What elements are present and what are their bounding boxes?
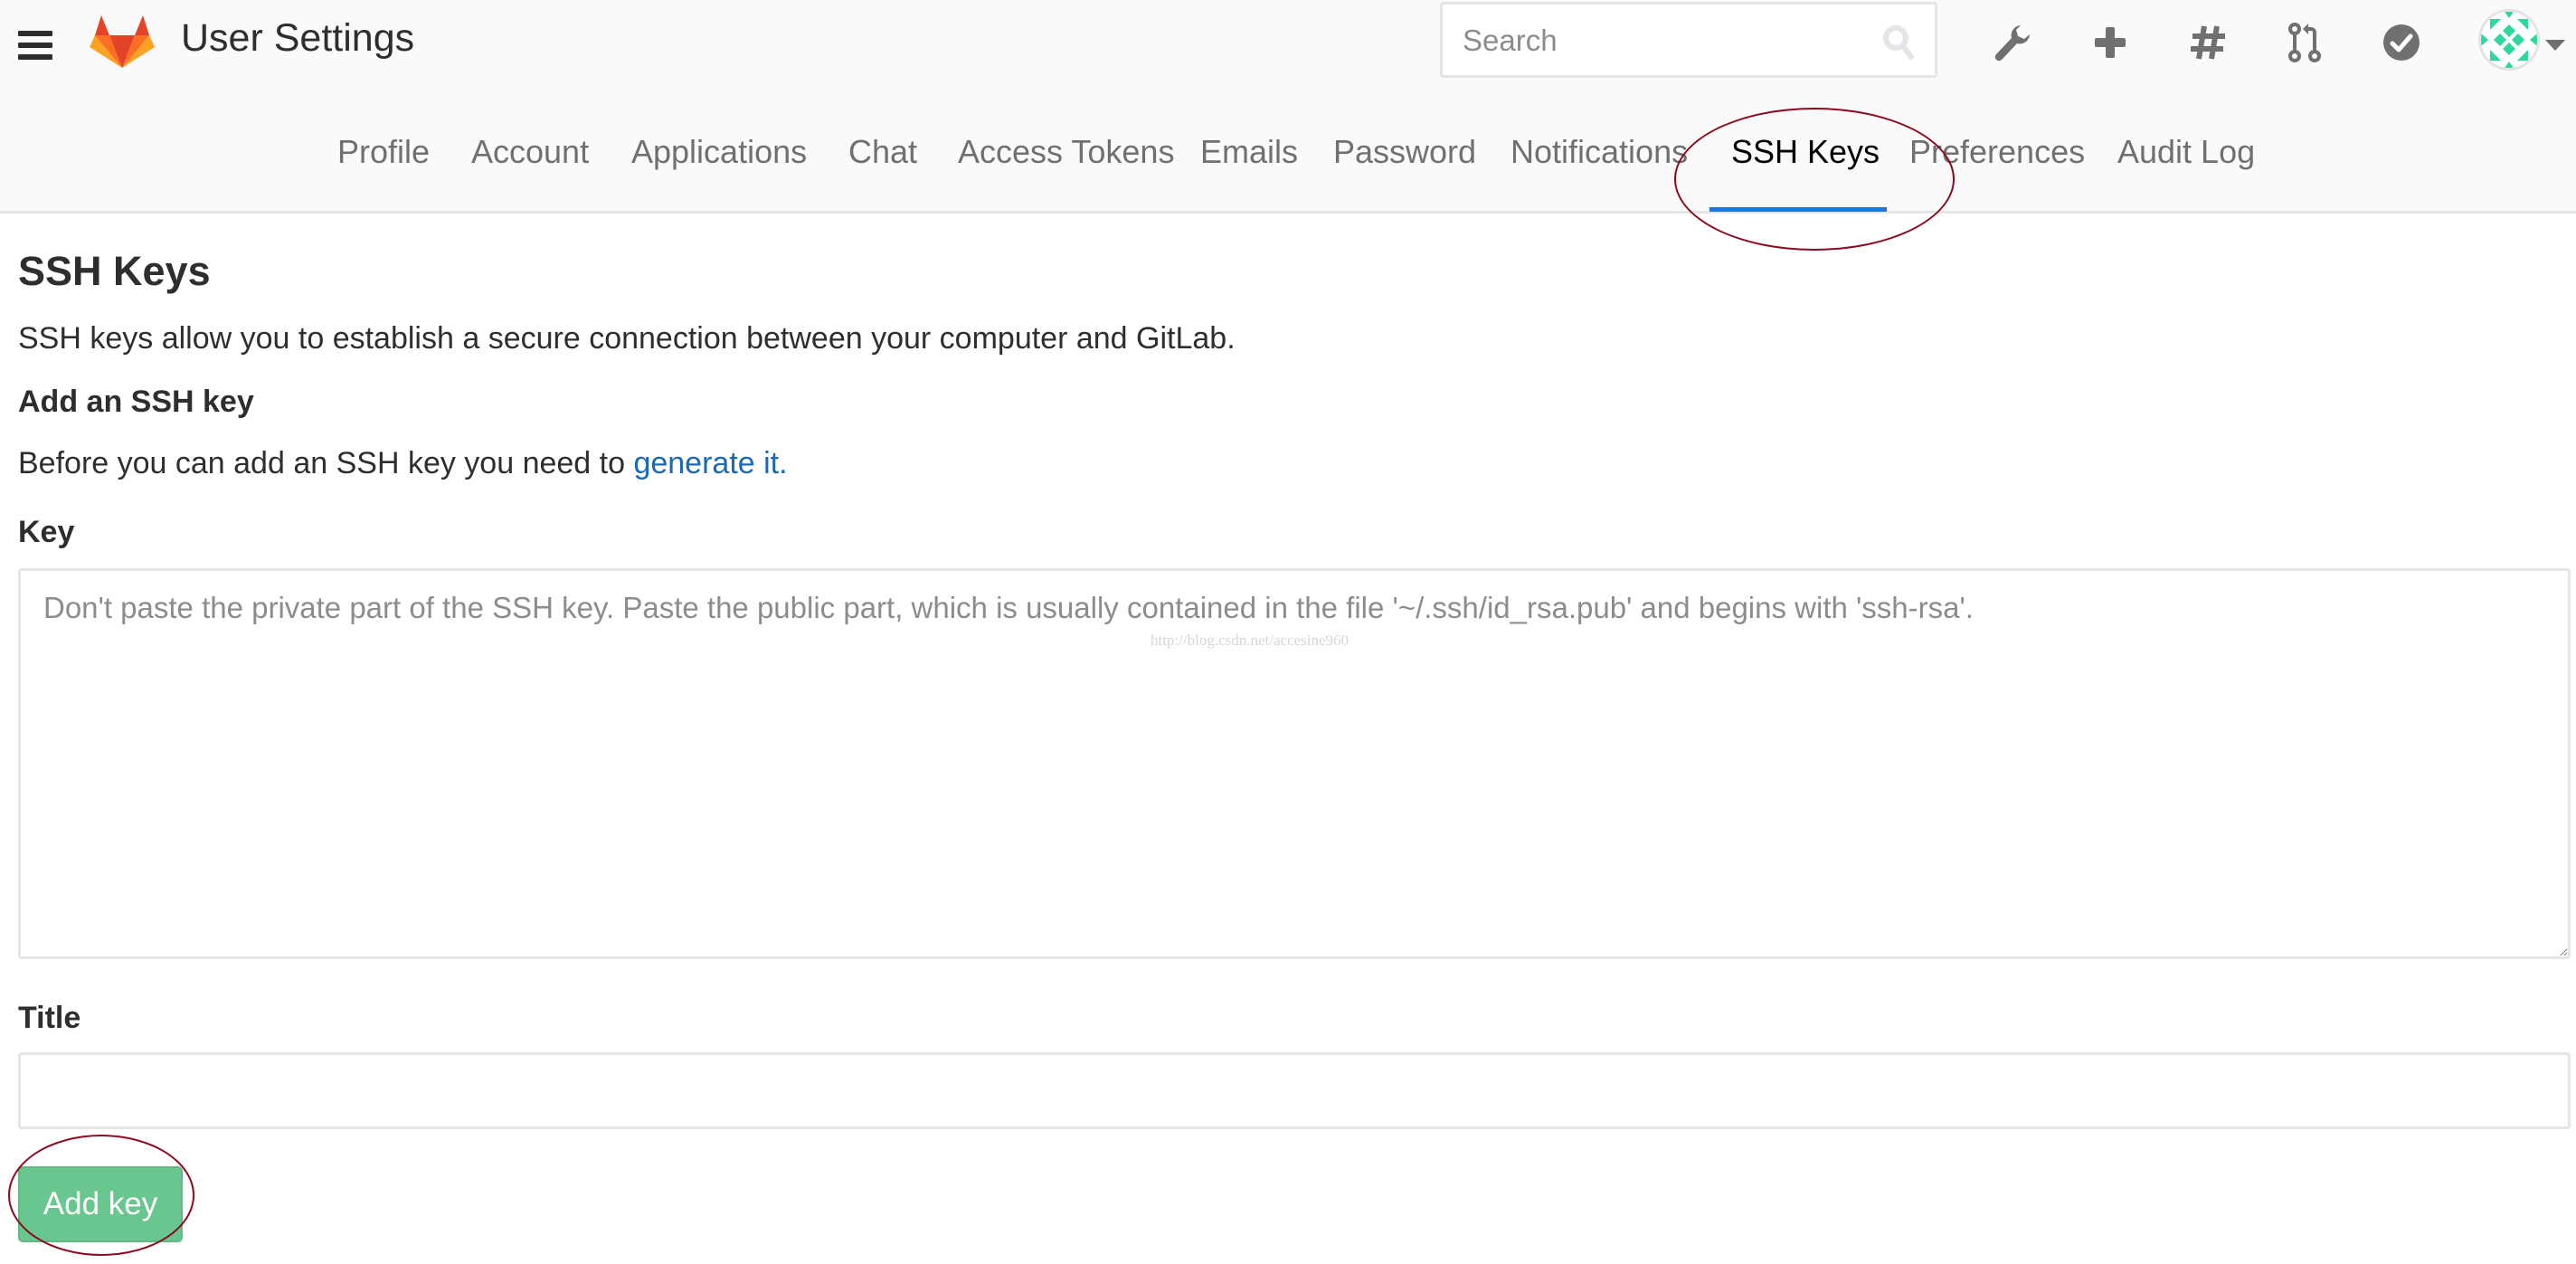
add-key-button[interactable]: Add key [18,1166,183,1242]
tab-applications[interactable]: Applications [631,116,807,211]
tab-notifications[interactable]: Notifications [1511,116,1688,211]
top-navbar: User Settings Search Profile Account App… [0,0,2576,214]
key-label: Key [18,515,75,549]
tab-audit-log[interactable]: Audit Log [2117,116,2255,211]
tab-password[interactable]: Password [1333,116,1476,211]
user-avatar[interactable] [2478,9,2540,71]
generate-hint-text: Before you can add an SSH key you need t… [18,446,634,480]
gitlab-logo-icon[interactable] [90,7,155,68]
active-tab-indicator [1709,207,1887,212]
merge-requests-icon[interactable] [2282,20,2327,65]
admin-wrench-icon[interactable] [1990,20,2035,65]
generate-it-link[interactable]: generate it. [633,446,787,480]
tab-ssh-keys[interactable]: SSH Keys [1731,116,1880,211]
page-title: SSH Keys [18,248,211,294]
title-input[interactable] [18,1052,2571,1129]
menu-hamburger-icon[interactable] [18,30,54,61]
tab-preferences[interactable]: Preferences [1909,116,2085,211]
settings-tabs: Profile Account Applications Chat Access… [0,116,2576,211]
issues-hash-icon[interactable] [2185,20,2230,65]
search-box[interactable] [1440,2,1937,78]
intro-text: SSH keys allow you to establish a secure… [18,321,1236,356]
identicon-icon [2481,12,2537,68]
search-icon [1883,25,1914,60]
key-textarea[interactable] [18,568,2571,959]
todos-check-icon[interactable] [2379,20,2424,65]
tab-profile[interactable]: Profile [337,116,430,211]
section-title: Add an SSH key [18,385,254,419]
tab-access-tokens[interactable]: Access Tokens [958,116,1174,211]
tab-emails[interactable]: Emails [1200,116,1298,211]
title-label: Title [18,1001,81,1035]
new-plus-icon[interactable] [2088,20,2133,65]
watermark-text: http://blog.csdn.net/accesine960 [1151,632,1350,649]
caret-down-icon[interactable] [2545,40,2565,51]
app-title: User Settings [181,16,415,60]
search-input[interactable] [1461,5,1862,77]
tab-chat[interactable]: Chat [848,116,917,211]
generate-hint: Before you can add an SSH key you need t… [18,446,788,481]
tab-account[interactable]: Account [471,116,589,211]
